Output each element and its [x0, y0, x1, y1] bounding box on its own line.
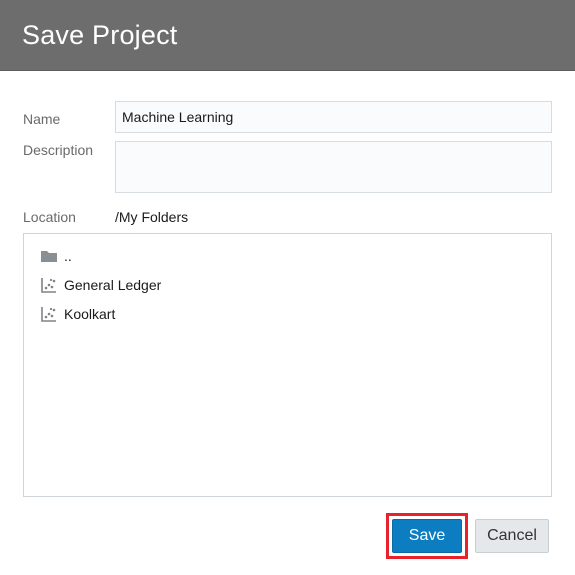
save-project-dialog: Save Project Name Description Location /…	[0, 0, 575, 575]
folder-icon	[40, 247, 58, 265]
cancel-button[interactable]: Cancel	[475, 519, 549, 553]
list-item-label: General Ledger	[64, 277, 162, 293]
list-item-label: ..	[64, 248, 72, 264]
list-item-label: Koolkart	[64, 306, 116, 322]
list-item-parent-folder[interactable]: ..	[40, 245, 72, 267]
project-icon	[40, 305, 58, 323]
folder-browser-list[interactable]: .. General Ledger Koolkart	[23, 233, 552, 497]
list-item-general-ledger[interactable]: General Ledger	[40, 274, 161, 296]
name-input[interactable]	[115, 101, 552, 133]
location-path: /My Folders	[115, 209, 189, 225]
description-label: Description	[23, 142, 94, 158]
project-icon	[40, 276, 58, 294]
dialog-header: Save Project	[0, 0, 575, 71]
description-input[interactable]	[115, 141, 552, 193]
list-item-koolkart[interactable]: Koolkart	[40, 303, 115, 325]
location-label: Location	[23, 209, 76, 225]
dialog-title: Save Project	[22, 20, 178, 50]
save-button[interactable]: Save	[392, 519, 462, 553]
name-label: Name	[23, 111, 61, 127]
